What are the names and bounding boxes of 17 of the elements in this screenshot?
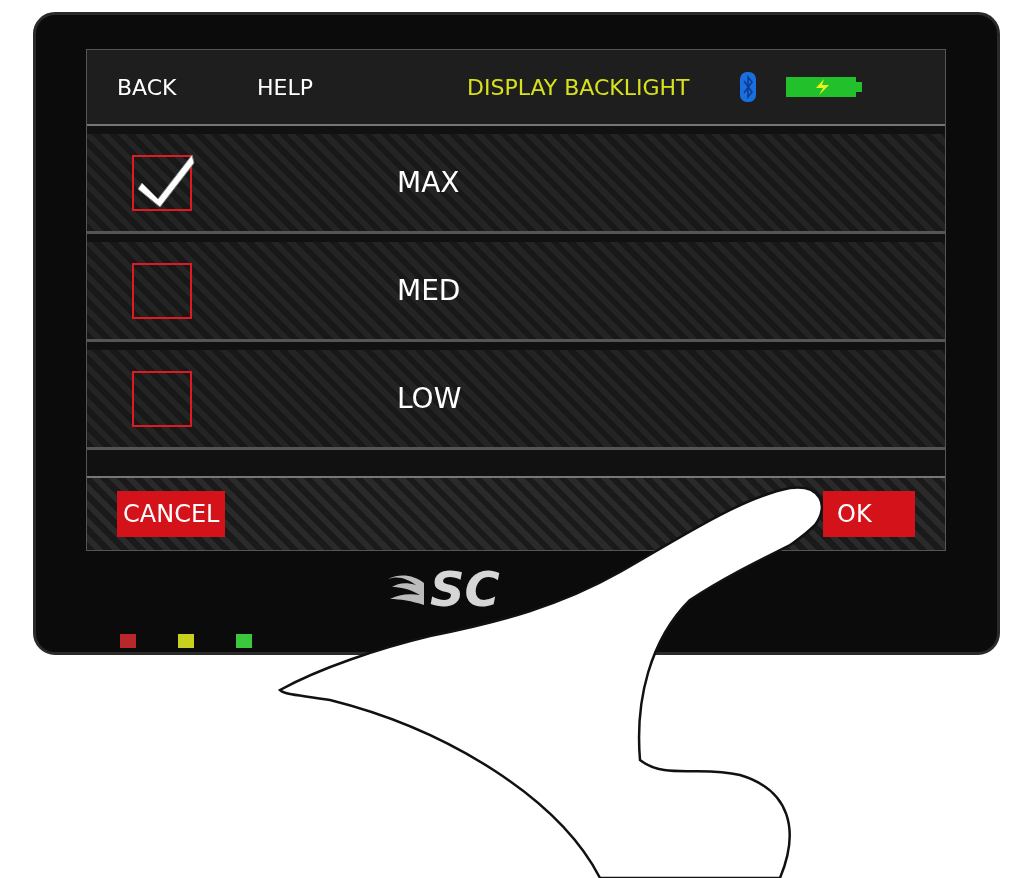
back-button[interactable]: BACK xyxy=(117,70,237,104)
option-row[interactable]: MAX xyxy=(87,134,945,234)
checkbox[interactable] xyxy=(132,154,192,211)
battery-icon xyxy=(785,76,862,98)
option-label: LOW xyxy=(397,380,462,417)
ok-button[interactable]: OK xyxy=(823,491,915,537)
option-label: MAX xyxy=(397,164,460,201)
logo: SC xyxy=(430,565,500,613)
bluetooth-icon xyxy=(739,72,756,102)
checkbox[interactable] xyxy=(132,262,192,319)
cancel-button[interactable]: CANCEL xyxy=(117,491,226,537)
checkbox[interactable] xyxy=(132,370,192,427)
option-row[interactable]: MED xyxy=(87,242,945,342)
option-label: MED xyxy=(397,272,461,309)
help-button[interactable]: HELP xyxy=(257,70,367,104)
option-row[interactable]: LOW xyxy=(87,350,945,450)
screen-title: DISPLAY BACKLIGHT xyxy=(467,73,690,102)
